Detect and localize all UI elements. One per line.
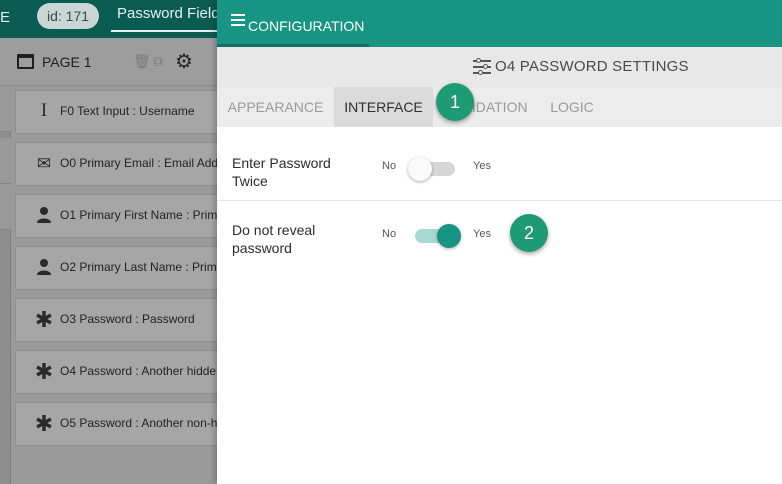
field-item[interactable]: O1 Primary First Name : Primary First Na…	[15, 194, 217, 238]
callout-badge-2: 2	[510, 214, 548, 252]
copy-icon[interactable]: ⧉	[153, 53, 163, 70]
rail-block	[0, 184, 11, 230]
configuration-panel: CONFIGURATION O4 PASSWORD SETTINGS APPEA…	[217, 0, 782, 484]
topbar-left-label: E	[0, 9, 11, 26]
option-label: Enter Password Twice	[232, 155, 331, 189]
callout-badge-1: 1	[436, 83, 474, 121]
window-icon	[17, 54, 34, 69]
trash-icon[interactable]: 🗑	[133, 53, 151, 70]
toggle-knob	[408, 157, 432, 181]
configuration-header: CONFIGURATION	[217, 0, 782, 47]
sliders-icon	[473, 58, 491, 75]
settings-title: O4 PASSWORD SETTINGS	[495, 58, 689, 75]
toggle-yes-label: Yes	[473, 228, 491, 240]
asterisk-icon: ✱	[34, 411, 54, 436]
tab-appearance[interactable]: APPEARANCE	[217, 87, 334, 127]
option-row-do-not-reveal-password: Do not reveal password No Yes	[217, 201, 782, 271]
field-item[interactable]: ✱ O5 Password : Another non-hidden	[15, 402, 217, 446]
settings-tabs: APPEARANCE INTERFACE VALIDATION LOGIC	[217, 87, 782, 127]
page-header: PAGE 1 🗑 ⧉ ⚙	[0, 38, 217, 86]
toggle-yes-label: Yes	[473, 160, 491, 172]
field-label: F0 Text Input : Username	[60, 104, 195, 118]
toggle-no-label: No	[382, 228, 397, 240]
asterisk-icon: ✱	[34, 307, 54, 332]
page-title: PAGE 1	[42, 54, 92, 70]
list-icon	[231, 14, 245, 27]
id-badge: id: 171	[37, 3, 100, 29]
field-label: O2 Primary Last Name : Primary Last Name	[60, 260, 217, 274]
toggle-knob	[437, 224, 461, 248]
asterisk-icon: ✱	[34, 359, 54, 384]
field-item[interactable]: ✱ O4 Password : Another hidden	[15, 350, 217, 394]
field-label: O0 Primary Email : Email Address	[60, 156, 217, 170]
tab-logic[interactable]: LOGIC	[541, 87, 603, 127]
toggle-no-label: No	[382, 160, 397, 172]
rail-block	[0, 86, 11, 132]
tab-password-field[interactable]: Password Field	[111, 0, 226, 32]
field-label: O5 Password : Another non-hidden	[60, 416, 217, 430]
user-icon	[34, 258, 54, 280]
field-item[interactable]: I F0 Text Input : Username	[15, 90, 217, 134]
enter-password-twice-toggle[interactable]	[408, 157, 456, 181]
configuration-title: CONFIGURATION	[248, 18, 365, 34]
option-row-enter-password-twice: Enter Password Twice No Yes	[217, 127, 782, 201]
field-label: O4 Password : Another hidden	[60, 364, 217, 378]
user-icon	[34, 206, 54, 228]
text-cursor-icon: I	[40, 100, 48, 121]
rail-block	[0, 138, 11, 184]
envelope-icon: ✉	[36, 154, 52, 173]
field-item[interactable]: ✱ O3 Password : Password	[15, 298, 217, 342]
field-item[interactable]: ✉ O0 Primary Email : Email Address	[15, 142, 217, 186]
field-item[interactable]: O2 Primary Last Name : Primary Last Name	[15, 246, 217, 290]
gear-icon[interactable]: ⚙	[175, 49, 193, 74]
settings-bar: O4 PASSWORD SETTINGS	[217, 47, 782, 87]
left-rail	[0, 86, 11, 484]
option-label: Do not reveal password	[232, 222, 316, 256]
field-label: O1 Primary First Name : Primary First Na…	[60, 208, 217, 222]
do-not-reveal-password-toggle[interactable]	[408, 224, 461, 248]
field-label: O3 Password : Password	[60, 312, 195, 326]
tab-interface[interactable]: INTERFACE	[334, 87, 433, 127]
